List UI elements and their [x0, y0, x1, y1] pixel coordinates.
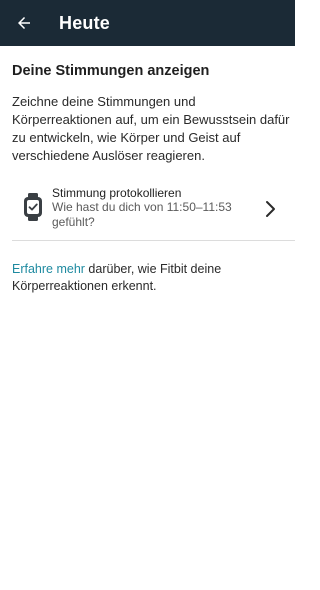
watch-icon — [22, 192, 44, 222]
today-page: Heute Deine Stimmungen anzeigen Zeichne … — [0, 0, 295, 590]
log-mood-item[interactable]: Stimmung protokollieren Wie hast du dich… — [0, 178, 295, 240]
section-description: Zeichne deine Stimmungen und Körperreakt… — [12, 94, 290, 163]
chevron-right-icon — [258, 197, 282, 221]
app-bar: Heute — [0, 0, 295, 46]
section-title: Deine Stimmungen anzeigen — [12, 63, 210, 79]
back-button[interactable] — [8, 7, 40, 39]
arrow-left-icon — [18, 17, 30, 29]
page-title: Heute — [59, 13, 111, 33]
log-mood-subtitle: Wie hast du dich von 11:50–11:53 gefühlt… — [52, 200, 232, 229]
log-mood-title: Stimmung protokollieren — [52, 186, 182, 200]
divider — [12, 240, 295, 241]
learn-more-link[interactable]: Erfahre mehr — [12, 262, 85, 276]
learn-more-text: Erfahre mehr darüber, wie Fitbit deine K… — [12, 261, 284, 295]
